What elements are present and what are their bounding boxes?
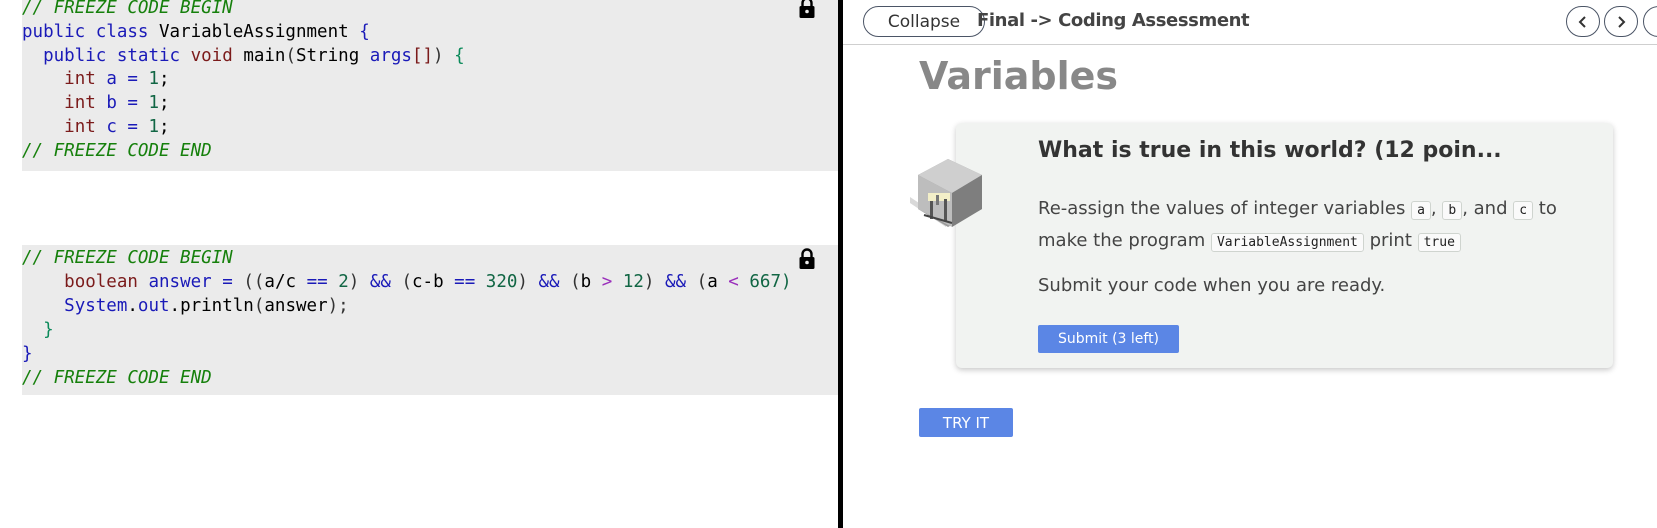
submit-button-label: Submit (3 left) <box>1057 331 1160 347</box>
code-line-freeze-end-2: // FREEZE CODE END <box>22 368 212 388</box>
task-title: What is true in this world? (12 poin... <box>1038 138 1502 163</box>
code-line-freeze-end: // FREEZE CODE END <box>22 141 212 161</box>
lesson-panel: Collapse Final -> Coding Assessment Vari… <box>843 0 1657 528</box>
code-line-var-a: int a = 1; <box>64 69 170 89</box>
code-line-var-b: int b = 1; <box>64 93 170 113</box>
code-true: true <box>1417 233 1461 252</box>
task-text-part: Re-assign the values of integer variable… <box>1038 198 1412 219</box>
code-line-class-declaration: public class VariableAssignment { <box>22 22 370 42</box>
code-line-println: System.out.println(answer); <box>64 296 349 316</box>
building-illustration-icon <box>910 159 982 227</box>
try-it-button-label: TRY IT <box>942 413 990 432</box>
code-editor[interactable]: // FREEZE CODE BEGIN public class Variab… <box>0 0 838 528</box>
task-description: Re-assign the values of integer variable… <box>1038 194 1598 258</box>
code-var-a: a <box>1411 201 1431 220</box>
code-line-close-class: } <box>22 344 33 364</box>
breadcrumb: Final -> Coding Assessment <box>977 10 1250 31</box>
next-button[interactable] <box>1604 6 1638 37</box>
try-it-button[interactable]: TRY IT <box>919 408 1013 437</box>
collapse-button-label: Collapse <box>887 11 961 32</box>
lock-icon <box>799 0 815 18</box>
task-text-part: , <box>1430 198 1443 219</box>
previous-button[interactable] <box>1566 6 1600 37</box>
code-line-var-c: int c = 1; <box>64 117 170 137</box>
code-line-close-main: } <box>43 320 54 340</box>
code-var-c: c <box>1513 201 1534 220</box>
task-text-part: print <box>1363 230 1418 251</box>
collapse-button[interactable]: Collapse <box>863 6 985 37</box>
lock-icon <box>799 248 815 269</box>
page-title: Variables <box>919 54 1118 98</box>
submit-instruction: Submit your code when you are ready. <box>1038 275 1386 296</box>
code-line-freeze-begin-2: // FREEZE CODE BEGIN <box>22 248 233 268</box>
code-line-boolean-answer: boolean answer = ((a/c == 2) && (c-b == … <box>64 272 792 292</box>
code-line-freeze-begin: // FREEZE CODE BEGIN <box>22 0 233 18</box>
submit-button[interactable]: Submit (3 left) <box>1038 325 1179 353</box>
chevron-right-icon <box>1618 15 1626 28</box>
code-program-name: VariableAssignment <box>1210 233 1364 252</box>
lesson-topbar: Collapse Final -> Coding Assessment <box>843 0 1657 45</box>
code-line-main-declaration: public static void main(String args[]) { <box>43 46 465 66</box>
chevron-left-icon <box>1578 15 1586 28</box>
task-text-part: , and <box>1462 198 1514 219</box>
more-button[interactable] <box>1643 6 1657 37</box>
code-var-b: b <box>1442 201 1463 220</box>
